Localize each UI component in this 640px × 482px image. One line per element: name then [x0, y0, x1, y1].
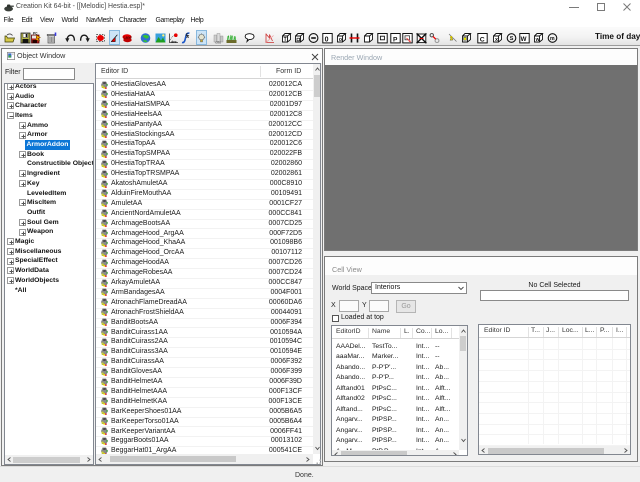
svg-text:x: x	[495, 37, 498, 43]
svg-text:T: T	[284, 37, 287, 43]
svg-text:S: S	[510, 36, 514, 42]
svg-text:dec: dec	[171, 40, 177, 44]
svg-text:W: W	[521, 36, 527, 43]
svg-text:F: F	[186, 32, 189, 37]
svg-text:PC: PC	[33, 32, 38, 36]
svg-text:Land: Land	[123, 35, 131, 39]
svg-text:0: 0	[325, 36, 329, 43]
svg-text:m: m	[550, 36, 555, 42]
svg-text:P: P	[393, 36, 398, 43]
svg-text:C: C	[480, 36, 485, 43]
svg-text:w: w	[534, 37, 539, 43]
svg-text:city: city	[215, 40, 221, 44]
